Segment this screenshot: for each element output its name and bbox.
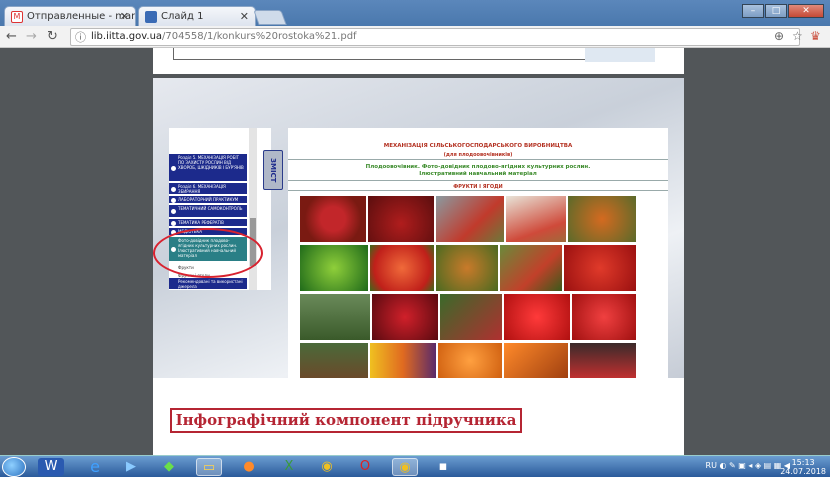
description-line-2: Ілюстративний навчальний матеріал	[419, 171, 537, 177]
menu-item-section5[interactable]: Розділ 5. МЕХАНІЗАЦІЯ РОБІТ ПО ЗАХИСТУ Р…	[169, 154, 247, 182]
content-title: МЕХАНІЗАЦІЯ СІЛЬСЬКОГОСПОДАРСЬКОГО ВИРОБ…	[383, 143, 573, 149]
maximize-button[interactable]: □	[765, 4, 787, 18]
photo-vineyard	[300, 343, 368, 378]
user-icon	[145, 11, 157, 23]
slide-screenshot: Розділ 5. МЕХАНІЗАЦІЯ РОБІТ ПО ЗАХИСТУ Р…	[153, 78, 684, 378]
photo-berries	[372, 294, 438, 340]
clock-time: 15:13	[791, 458, 815, 467]
excel-icon[interactable]: X	[276, 458, 302, 476]
language-indicator[interactable]: RU	[706, 461, 717, 470]
pdf-page: Розділ 5. МЕХАНІЗАЦІЯ РОБІТ ПО ЗАХИСТУ Р…	[153, 78, 684, 458]
content-subtitle: (для плодоовочівників)	[443, 152, 513, 158]
ie-icon[interactable]: e	[82, 458, 108, 476]
bullet-icon	[171, 220, 176, 226]
window-controls: – □ ✕	[742, 4, 824, 18]
previous-page-image	[585, 48, 655, 62]
photo-apples-basket	[500, 245, 562, 291]
reload-icon[interactable]: ↻	[47, 29, 58, 45]
address-bar[interactable]: ⓘ lib.iitta.gov.ua/704558/1/konkurs%20ro…	[70, 28, 800, 46]
menu-item-label: ТЕМАТИКА РЕФЕРАТІВ	[178, 220, 224, 225]
menu-item-label: Розділ 5. МЕХАНІЗАЦІЯ РОБІТ ПО ЗАХИСТУ Р…	[178, 155, 244, 170]
menu-item-label: ТЕМАТИЧНИЙ САМОКОНТРОЛЬ	[178, 206, 243, 211]
photo-big-red-apple	[564, 245, 636, 291]
media-player-icon[interactable]: ▶	[118, 458, 144, 476]
gmail-icon: M	[11, 11, 23, 23]
menu-item-sources[interactable]: Рекомендовані та використані джерела	[169, 278, 247, 290]
browser-titlebar: M Отправленные - marike ✕ Слайд 1 ✕ – □ …	[0, 0, 830, 26]
minimize-button[interactable]: –	[742, 4, 764, 18]
content-description: Плодоовочівник. Фото-довідник плодово-яг…	[288, 164, 668, 178]
star-icon[interactable]: ☆	[792, 29, 803, 43]
menu-item-essays[interactable]: ТЕМАТИКА РЕФЕРАТІВ	[169, 219, 247, 227]
new-tab-button[interactable]	[253, 10, 287, 25]
info-icon[interactable]: ⓘ	[75, 30, 86, 46]
menu-item-label: Розділ 6. МЕХАНІЗАЦІЯ ЗБИРАННЯ	[178, 184, 226, 194]
opera-icon[interactable]: O	[352, 458, 378, 476]
divider	[288, 190, 668, 191]
red-highlight-circle	[153, 228, 263, 278]
menu-item-selfcheck[interactable]: ТЕМАТИЧНИЙ САМОКОНТРОЛЬ	[169, 205, 247, 218]
photo-apple-crate	[436, 196, 504, 242]
menu-item-section6[interactable]: Розділ 6. МЕХАНІЗАЦІЯ ЗБИРАННЯ	[169, 183, 247, 195]
tab-slide-label: Слайд 1	[161, 11, 204, 22]
photo-apples-table	[506, 196, 566, 242]
extension-icon[interactable]: ♛	[810, 29, 821, 43]
photo-strawberry-plants	[440, 294, 502, 340]
tab-slide[interactable]: Слайд 1 ✕	[138, 6, 256, 26]
photo-cut-strawberries	[572, 294, 636, 340]
photo-green-apple	[300, 245, 368, 291]
divider	[288, 180, 668, 181]
address-path: /704558/1/konkurs%20rostoka%21.pdf	[162, 31, 357, 42]
photo-apple-orchard	[436, 245, 498, 291]
photo-strawberries	[504, 294, 570, 340]
tab-close-icon[interactable]: ✕	[120, 10, 129, 23]
menu-item-label: Рекомендовані та використані джерела	[178, 279, 243, 289]
divider	[288, 159, 668, 160]
photo-apples-branch	[370, 245, 434, 291]
photo-cherries	[570, 343, 636, 378]
zmist-tab[interactable]: ЗМІСТ	[263, 150, 283, 190]
start-button[interactable]	[2, 457, 26, 477]
windows-taskbar: W e ▶ ◆ ▭ ● X ◉ O ◉ ▪ RU ◐ ✎ ▣ ◂ ◈ ▤ ▦ ◀…	[0, 455, 830, 477]
tab-close-icon[interactable]: ✕	[240, 10, 249, 23]
menu-item-lab[interactable]: ЛАБОРАТОРНИЙ ПРАКТИКУМ	[169, 196, 247, 204]
photo-mixed-fruit	[370, 343, 436, 378]
zoom-icon[interactable]: ⊕	[774, 29, 784, 43]
photo-strawberry-field	[300, 294, 370, 340]
bullet-icon	[171, 209, 176, 214]
previous-page-fragment	[153, 48, 684, 74]
app-icon[interactable]: ▪	[430, 458, 456, 476]
photo-apples	[300, 196, 366, 242]
chrome-icon[interactable]: ◉	[314, 458, 340, 476]
system-tray: RU ◐ ✎ ▣ ◂ ◈ ▤ ▦ ◀	[706, 461, 790, 470]
photo-red-apples	[368, 196, 434, 242]
infographic-heading: Інфографічний компонент підручника	[170, 408, 522, 433]
photo-citrus	[504, 343, 568, 378]
forward-arrow-icon[interactable]: →	[26, 29, 37, 45]
clock-date: 24.07.2018	[780, 467, 826, 476]
address-host: lib.iitta.gov.ua	[91, 31, 163, 42]
clock[interactable]: 15:13 24.07.2018	[780, 458, 826, 476]
bullet-icon	[171, 186, 176, 192]
browser-toolbar: ← → ↻ ⓘ lib.iitta.gov.ua/704558/1/konkur…	[0, 26, 830, 48]
firefox-icon[interactable]: ●	[236, 458, 262, 476]
chrome-active-icon[interactable]: ◉	[392, 458, 418, 476]
tab-mail[interactable]: M Отправленные - marike ✕	[4, 6, 136, 26]
maps-icon[interactable]: ◆	[156, 458, 182, 476]
word-icon[interactable]: W	[38, 458, 64, 476]
pdf-viewer[interactable]: Розділ 5. МЕХАНІЗАЦІЯ РОБІТ ПО ЗАХИСТУ Р…	[0, 48, 830, 458]
photo-oranges	[438, 343, 502, 378]
close-window-button[interactable]: ✕	[788, 4, 824, 18]
bullet-icon	[171, 197, 176, 203]
photo-apple-tree	[568, 196, 636, 242]
explorer-icon[interactable]: ▭	[196, 458, 222, 476]
bullet-icon	[171, 165, 176, 171]
description-line-1: Плодоовочівник. Фото-довідник плодово-яг…	[365, 164, 591, 170]
menu-item-label: ЛАБОРАТОРНИЙ ПРАКТИКУМ	[178, 197, 239, 202]
slide-content: МЕХАНІЗАЦІЯ СІЛЬСЬКОГОСПОДАРСЬКОГО ВИРОБ…	[288, 128, 668, 378]
previous-page-frame	[173, 48, 613, 60]
back-arrow-icon[interactable]: ←	[6, 29, 17, 45]
